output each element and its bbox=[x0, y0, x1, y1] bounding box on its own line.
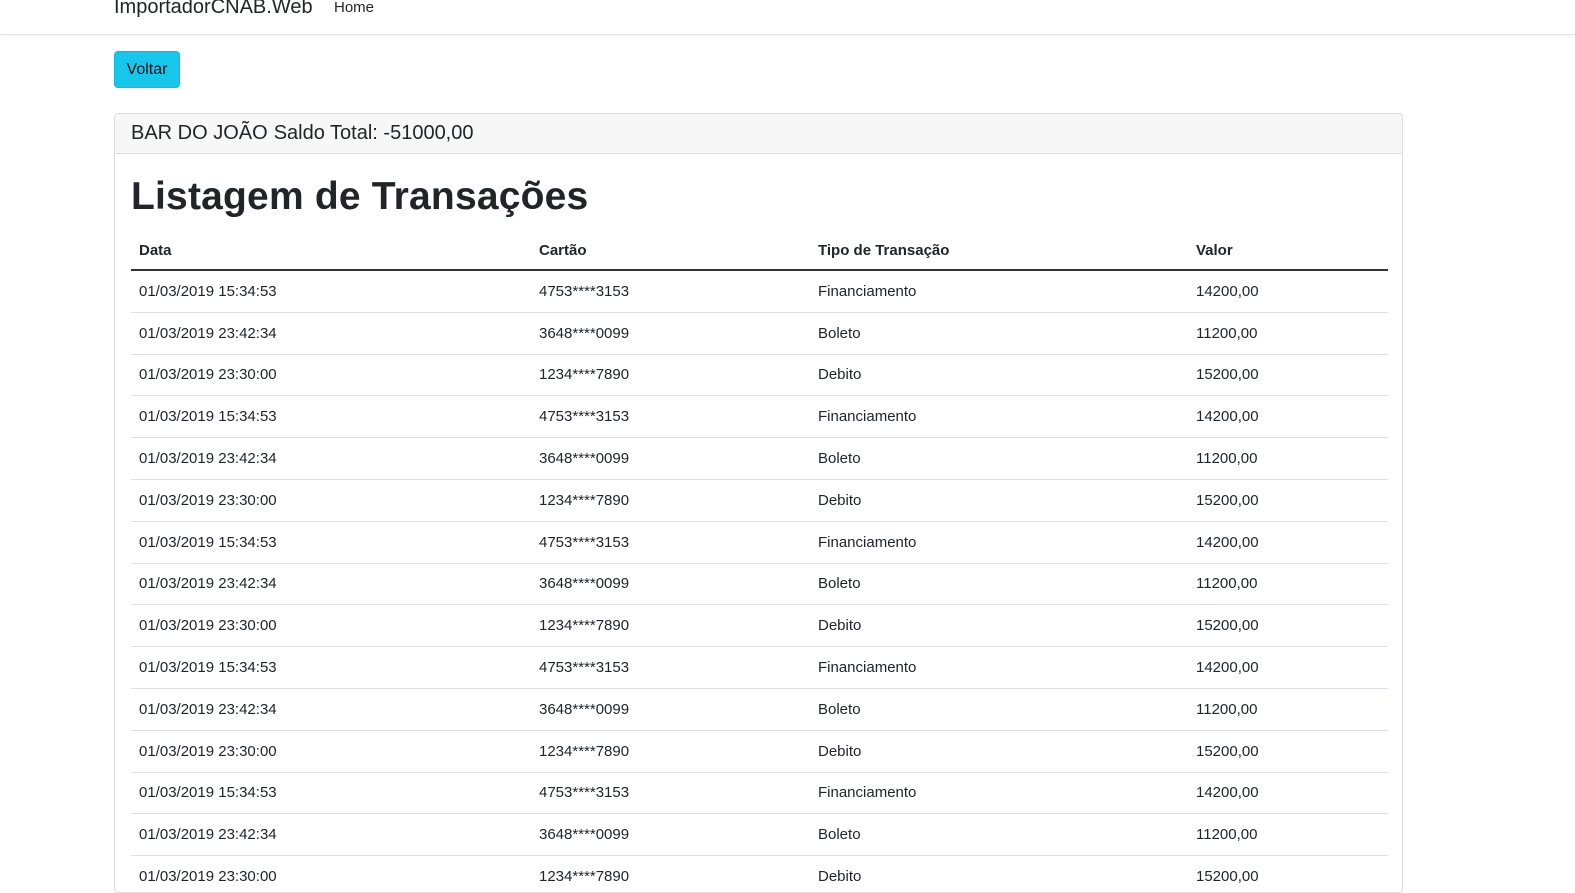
cell-data: 01/03/2019 15:34:53 bbox=[131, 270, 531, 313]
table-row: 01/03/2019 15:34:53 4753****3153 Financiam… bbox=[131, 772, 1388, 815]
card-header: BAR DO JOÃO Saldo Total: -51000,00 bbox=[115, 114, 1402, 154]
table-row: 01/03/2019 23:42:34 3648****0099 Boleto 112… bbox=[131, 437, 1388, 480]
store-name: BAR DO JOÃO bbox=[131, 122, 268, 144]
cell-valor: 14200,00 bbox=[1188, 521, 1388, 564]
cell-data: 01/03/2019 23:30:00 bbox=[131, 855, 531, 892]
card-body: Listagem de Transações Data Cartão Tipo … bbox=[115, 173, 1402, 892]
cell-data: 01/03/2019 15:34:53 bbox=[131, 521, 531, 564]
cell-data: 01/03/2019 23:30:00 bbox=[131, 479, 531, 522]
cell-tipo: Debito bbox=[810, 730, 1188, 773]
back-button[interactable]: Voltar bbox=[114, 51, 180, 88]
cell-data: 01/03/2019 23:30:00 bbox=[131, 604, 531, 648]
table-row: 01/03/2019 23:42:34 3648****0099 Boleto 112… bbox=[131, 563, 1388, 606]
navbar: ImportadorCNAB.Web Home bbox=[0, 0, 1575, 35]
table-row: 01/03/2019 15:34:53 4753****3153 Financiam… bbox=[131, 521, 1388, 564]
cell-valor: 15200,00 bbox=[1188, 855, 1388, 892]
cell-valor: 14200,00 bbox=[1188, 270, 1388, 313]
table-row: 01/03/2019 15:34:53 4753****3153 Financiam… bbox=[131, 270, 1388, 313]
cell-cartao: 1234****7890 bbox=[531, 354, 810, 397]
cell-cartao: 1234****7890 bbox=[531, 730, 810, 773]
cell-tipo: Boleto bbox=[810, 312, 1188, 355]
cell-valor: 11200,00 bbox=[1188, 312, 1388, 355]
cell-data: 01/03/2019 15:34:53 bbox=[131, 646, 531, 689]
column-header-tipo: Tipo de Transação bbox=[810, 231, 1188, 271]
cell-tipo: Boleto bbox=[810, 563, 1188, 606]
cell-cartao: 3648****0099 bbox=[531, 813, 810, 857]
cell-valor: 11200,00 bbox=[1188, 688, 1388, 731]
table-row: 01/03/2019 15:34:53 4753****3153 Financiam… bbox=[131, 395, 1388, 439]
cell-tipo: Financiamento bbox=[810, 521, 1188, 564]
cell-data: 01/03/2019 23:42:34 bbox=[131, 437, 531, 480]
cell-cartao: 4753****3153 bbox=[531, 772, 810, 815]
cell-data: 01/03/2019 15:34:53 bbox=[131, 772, 531, 815]
cell-valor: 15200,00 bbox=[1188, 730, 1388, 773]
table-row: 01/03/2019 23:42:34 3648****0099 Boleto 112… bbox=[131, 688, 1388, 731]
transactions-card: BAR DO JOÃO Saldo Total: -51000,00 Lista… bbox=[114, 113, 1403, 893]
cell-tipo: Debito bbox=[810, 604, 1188, 648]
cell-valor: 15200,00 bbox=[1188, 479, 1388, 522]
cell-cartao: 1234****7890 bbox=[531, 479, 810, 522]
column-header-cartao: Cartão bbox=[531, 231, 810, 271]
cell-cartao: 4753****3153 bbox=[531, 395, 810, 439]
cell-valor: 11200,00 bbox=[1188, 813, 1388, 857]
cell-valor: 15200,00 bbox=[1188, 604, 1388, 648]
cell-tipo: Debito bbox=[810, 855, 1188, 892]
table-row: 01/03/2019 23:30:00 1234****7890 Debito 152… bbox=[131, 604, 1388, 648]
cell-cartao: 3648****0099 bbox=[531, 437, 810, 480]
cell-tipo: Debito bbox=[810, 354, 1188, 397]
cell-data: 01/03/2019 23:30:00 bbox=[131, 354, 531, 397]
cell-cartao: 4753****3153 bbox=[531, 521, 810, 564]
cell-cartao: 4753****3153 bbox=[531, 270, 810, 313]
table-row: 01/03/2019 15:34:53 4753****3153 Financiam… bbox=[131, 646, 1388, 689]
table-row: 01/03/2019 23:30:00 1234****7890 Debito 152… bbox=[131, 855, 1388, 892]
cell-data: 01/03/2019 23:42:34 bbox=[131, 688, 531, 731]
cell-cartao: 4753****3153 bbox=[531, 646, 810, 689]
page-title: Listagem de Transações bbox=[131, 175, 589, 218]
table-row: 01/03/2019 23:42:34 3648****0099 Boleto 112… bbox=[131, 312, 1388, 355]
cell-valor: 11200,00 bbox=[1188, 563, 1388, 606]
cell-cartao: 3648****0099 bbox=[531, 688, 810, 731]
table-row: 01/03/2019 23:30:00 1234****7890 Debito 152… bbox=[131, 479, 1388, 522]
column-header-valor: Valor bbox=[1188, 231, 1388, 271]
cell-cartao: 3648****0099 bbox=[531, 312, 810, 355]
table-row: 01/03/2019 23:42:34 3648****0099 Boleto 112… bbox=[131, 813, 1388, 857]
cell-tipo: Boleto bbox=[810, 688, 1188, 731]
table-row: 01/03/2019 23:30:00 1234****7890 Debito 152… bbox=[131, 730, 1388, 773]
cell-valor: 14200,00 bbox=[1188, 395, 1388, 439]
cell-data: 01/03/2019 23:42:34 bbox=[131, 563, 531, 606]
cell-tipo: Financiamento bbox=[810, 395, 1188, 439]
cell-valor: 11200,00 bbox=[1188, 437, 1388, 480]
cell-data: 01/03/2019 23:42:34 bbox=[131, 312, 531, 355]
table-body: 01/03/2019 15:34:53 4753****3153 Financiam… bbox=[131, 270, 1388, 892]
table-header-row: Data Cartão Tipo de Transação Valor bbox=[131, 231, 1388, 271]
cell-data: 01/03/2019 23:42:34 bbox=[131, 813, 531, 857]
cell-data: 01/03/2019 15:34:53 bbox=[131, 395, 531, 439]
cell-valor: 14200,00 bbox=[1188, 772, 1388, 815]
cell-tipo: Financiamento bbox=[810, 270, 1188, 313]
cell-tipo: Boleto bbox=[810, 437, 1188, 480]
cell-valor: 15200,00 bbox=[1188, 354, 1388, 397]
transactions-table: Data Cartão Tipo de Transação Valor 01/0… bbox=[131, 231, 1388, 892]
cell-tipo: Financiamento bbox=[810, 646, 1188, 689]
cell-data: 01/03/2019 23:30:00 bbox=[131, 730, 531, 773]
cell-cartao: 3648****0099 bbox=[531, 563, 810, 606]
brand-link[interactable]: ImportadorCNAB.Web bbox=[114, 0, 313, 19]
table-row: 01/03/2019 23:30:00 1234****7890 Debito 152… bbox=[131, 354, 1388, 397]
cell-cartao: 1234****7890 bbox=[531, 855, 810, 892]
cell-valor: 14200,00 bbox=[1188, 646, 1388, 689]
nav-home-link[interactable]: Home bbox=[334, 0, 374, 16]
cell-cartao: 1234****7890 bbox=[531, 604, 810, 648]
balance-total: Saldo Total: -51000,00 bbox=[273, 122, 474, 144]
cell-tipo: Debito bbox=[810, 479, 1188, 522]
cell-tipo: Boleto bbox=[810, 813, 1188, 857]
column-header-data: Data bbox=[131, 231, 531, 271]
cell-tipo: Financiamento bbox=[810, 772, 1188, 815]
